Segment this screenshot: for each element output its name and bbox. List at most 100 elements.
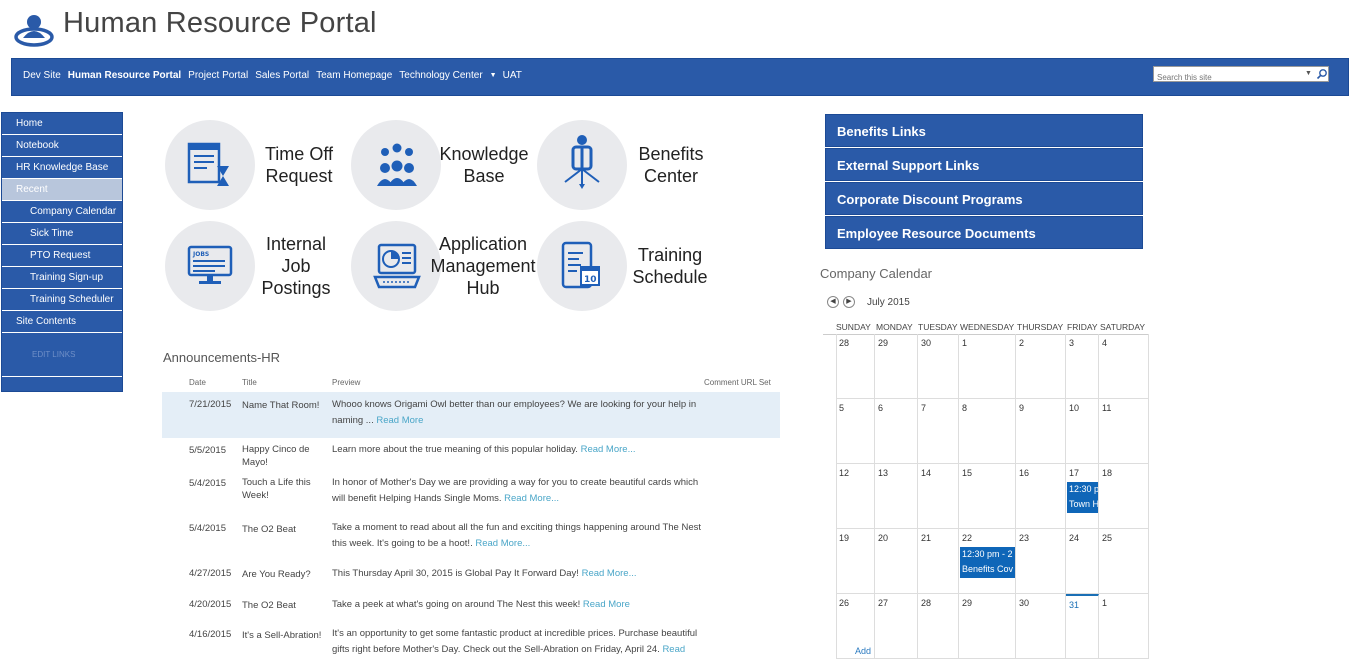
previous-month-icon[interactable]: ◀ (827, 296, 839, 308)
calendar-day-cell[interactable]: 1 (1099, 594, 1149, 659)
topnav-sales-portal[interactable]: Sales Portal (255, 70, 309, 81)
calendar-day-cell[interactable]: 8 (959, 399, 1016, 464)
employee-resource-documents-button[interactable]: Employee Resource Documents (825, 216, 1143, 249)
calendar-day-cell[interactable]: 6 (875, 399, 918, 464)
calendar-day-cell[interactable]: 29 (875, 334, 918, 399)
announcement-title[interactable]: The O2 Beat (242, 599, 322, 612)
topnav-human-resource-portal[interactable]: Human Resource Portal (68, 70, 181, 81)
calendar-day-cell[interactable]: 29 (959, 594, 1016, 659)
tile-time-off-request[interactable]: Time Off Request (165, 116, 355, 214)
topnav-technology-center[interactable]: Technology Center (399, 70, 482, 81)
calendar-day-cell[interactable]: 3 (1066, 334, 1099, 399)
topnav-team-homepage[interactable]: Team Homepage (316, 70, 392, 81)
calendar-day-cell[interactable]: 12 (836, 464, 875, 529)
time-off-icon (187, 142, 229, 186)
calendar-day-cell[interactable]: 31 (1066, 594, 1099, 659)
announcement-title[interactable]: Are You Ready? (242, 568, 322, 581)
add-event-link[interactable]: Add (855, 646, 871, 656)
calendar-day-cell[interactable]: 7 (918, 399, 959, 464)
calendar-day-cell[interactable]: 28 (836, 334, 875, 399)
calendar-day-cell[interactable]: 15 (959, 464, 1016, 529)
corporate-discount-programs-button[interactable]: Corporate Discount Programs (825, 182, 1143, 215)
search-input[interactable] (1154, 70, 1294, 85)
calendar-day-cell[interactable]: 27 (875, 594, 918, 659)
topnav-project-portal[interactable]: Project Portal (188, 70, 248, 81)
edit-links-button[interactable]: EDIT LINKS (2, 333, 122, 377)
read-more-link[interactable]: Read More... (504, 493, 559, 504)
sidebar-item-company-calendar[interactable]: Company Calendar (2, 201, 122, 223)
calendar-day-cell[interactable]: 11 (1099, 399, 1149, 464)
sidebar-item-site-contents[interactable]: Site Contents (2, 311, 122, 333)
sidebar-item-notebook[interactable]: Notebook (2, 135, 122, 157)
announcement-row[interactable]: 7/21/2015 Name That Room! Whooo knows Or… (162, 392, 780, 438)
search-scope-dropdown-icon[interactable]: ▼ (1305, 70, 1312, 77)
announcement-row[interactable]: 4/27/2015 Are You Ready? This Thursday A… (162, 563, 780, 593)
search-icon[interactable] (1316, 68, 1328, 80)
calendar-day-cell[interactable]: 23 (1016, 529, 1066, 594)
calendar-day-cell[interactable]: 10 (1066, 399, 1099, 464)
external-support-links-button[interactable]: External Support Links (825, 148, 1143, 181)
announcement-title[interactable]: Touch a Life this Week! (242, 476, 322, 502)
calendar-day-cell[interactable]: 14 (918, 464, 959, 529)
calendar-day-cell[interactable]: 18 (1099, 464, 1149, 529)
calendar-event[interactable]: 12:30 p Town H (1067, 482, 1098, 513)
column-header-comment-url-set[interactable]: Comment URL Set (704, 378, 771, 387)
read-more-link[interactable]: Read (662, 644, 685, 655)
sidebar-item-pto-request[interactable]: PTO Request (2, 245, 122, 267)
announcement-title[interactable]: The O2 Beat (242, 523, 322, 536)
announcement-row[interactable]: 5/4/2015 The O2 Beat Take a moment to re… (162, 518, 780, 562)
calendar-title[interactable]: Company Calendar (820, 266, 932, 281)
sidebar-item-training-sign-up[interactable]: Training Sign-up (2, 267, 122, 289)
announcement-row[interactable]: 4/20/2015 The O2 Beat Take a peek at wha… (162, 594, 780, 622)
calendar-day-cell[interactable]: 21 (918, 529, 959, 594)
announcement-row[interactable]: 4/16/2015 It's a Sell-Abration! It's an … (162, 624, 780, 658)
announcement-title[interactable]: Happy Cinco de Mayo! (242, 443, 322, 469)
calendar-day-cell[interactable]: 9 (1016, 399, 1066, 464)
dropdown-arrow-icon[interactable]: ▼ (490, 72, 497, 81)
read-more-link[interactable]: Read More... (582, 568, 637, 579)
read-more-link[interactable]: Read More (583, 599, 630, 610)
sidebar-item-training-scheduler[interactable]: Training Scheduler (2, 289, 122, 311)
sidebar-item-home[interactable]: Home (2, 113, 122, 135)
tile-training-schedule[interactable]: 10 Training Schedule (537, 217, 727, 315)
announcements-title[interactable]: Announcements-HR (163, 350, 280, 365)
announcement-title[interactable]: Name That Room! (242, 399, 322, 412)
calendar-day-cell[interactable]: 5 (836, 399, 875, 464)
calendar-day-cell[interactable]: 30 (1016, 594, 1066, 659)
announcement-preview: Take a moment to read about all the fun … (332, 520, 702, 552)
calendar-day-cell[interactable]: 20 (875, 529, 918, 594)
sidebar-item-sick-time[interactable]: Sick Time (2, 223, 122, 245)
calendar-day-cell[interactable]: 30 (918, 334, 959, 399)
sidebar-item-hr-knowledge-base[interactable]: HR Knowledge Base (2, 157, 122, 179)
calendar-day-cell[interactable]: 4 (1099, 334, 1149, 399)
tile-application-management-hub[interactable]: Application Management Hub (351, 217, 541, 315)
next-month-icon[interactable]: ▶ (843, 296, 855, 308)
read-more-link[interactable]: Read More... (581, 444, 636, 455)
calendar-day-cell[interactable]: 1 (959, 334, 1016, 399)
column-header-title[interactable]: Title (242, 378, 257, 387)
topnav-dev-site[interactable]: Dev Site (23, 70, 61, 81)
announcement-row[interactable]: 5/5/2015 Happy Cinco de Mayo! Learn more… (162, 440, 780, 472)
calendar-day-cell[interactable]: 16 (1016, 464, 1066, 529)
calendar-day-cell[interactable]: 25 (1099, 529, 1149, 594)
calendar-day-cell[interactable]: 2 (1016, 334, 1066, 399)
sidebar-item-recent[interactable]: Recent (2, 179, 122, 201)
benefits-links-button[interactable]: Benefits Links (825, 114, 1143, 147)
calendar-day-cell[interactable]: 24 (1066, 529, 1099, 594)
calendar-event[interactable]: 12:30 pm - 2 Benefits Cov (960, 547, 1015, 578)
column-header-date[interactable]: Date (189, 378, 206, 387)
announcement-title[interactable]: It's a Sell-Abration! (242, 629, 322, 642)
calendar-day-cell[interactable]: 19 (836, 529, 875, 594)
tile-knowledge-base[interactable]: Knowledge Base (351, 116, 541, 214)
calendar-day-cell[interactable]: 13 (875, 464, 918, 529)
read-more-link[interactable]: Read More... (475, 538, 530, 549)
site-title[interactable]: Human Resource Portal (63, 7, 377, 40)
read-more-link[interactable]: Read More (376, 415, 423, 426)
tile-internal-job-postings[interactable]: JOBS Internal Job Postings (165, 217, 355, 315)
topnav-uat[interactable]: UAT (503, 70, 522, 81)
announcement-row[interactable]: 5/4/2015 Touch a Life this Week! In hono… (162, 473, 780, 517)
column-header-preview[interactable]: Preview (332, 378, 360, 387)
tile-benefits-center[interactable]: Benefits Center (537, 116, 727, 214)
calendar-day-number: 21 (921, 533, 932, 543)
calendar-day-cell[interactable]: 28 (918, 594, 959, 659)
